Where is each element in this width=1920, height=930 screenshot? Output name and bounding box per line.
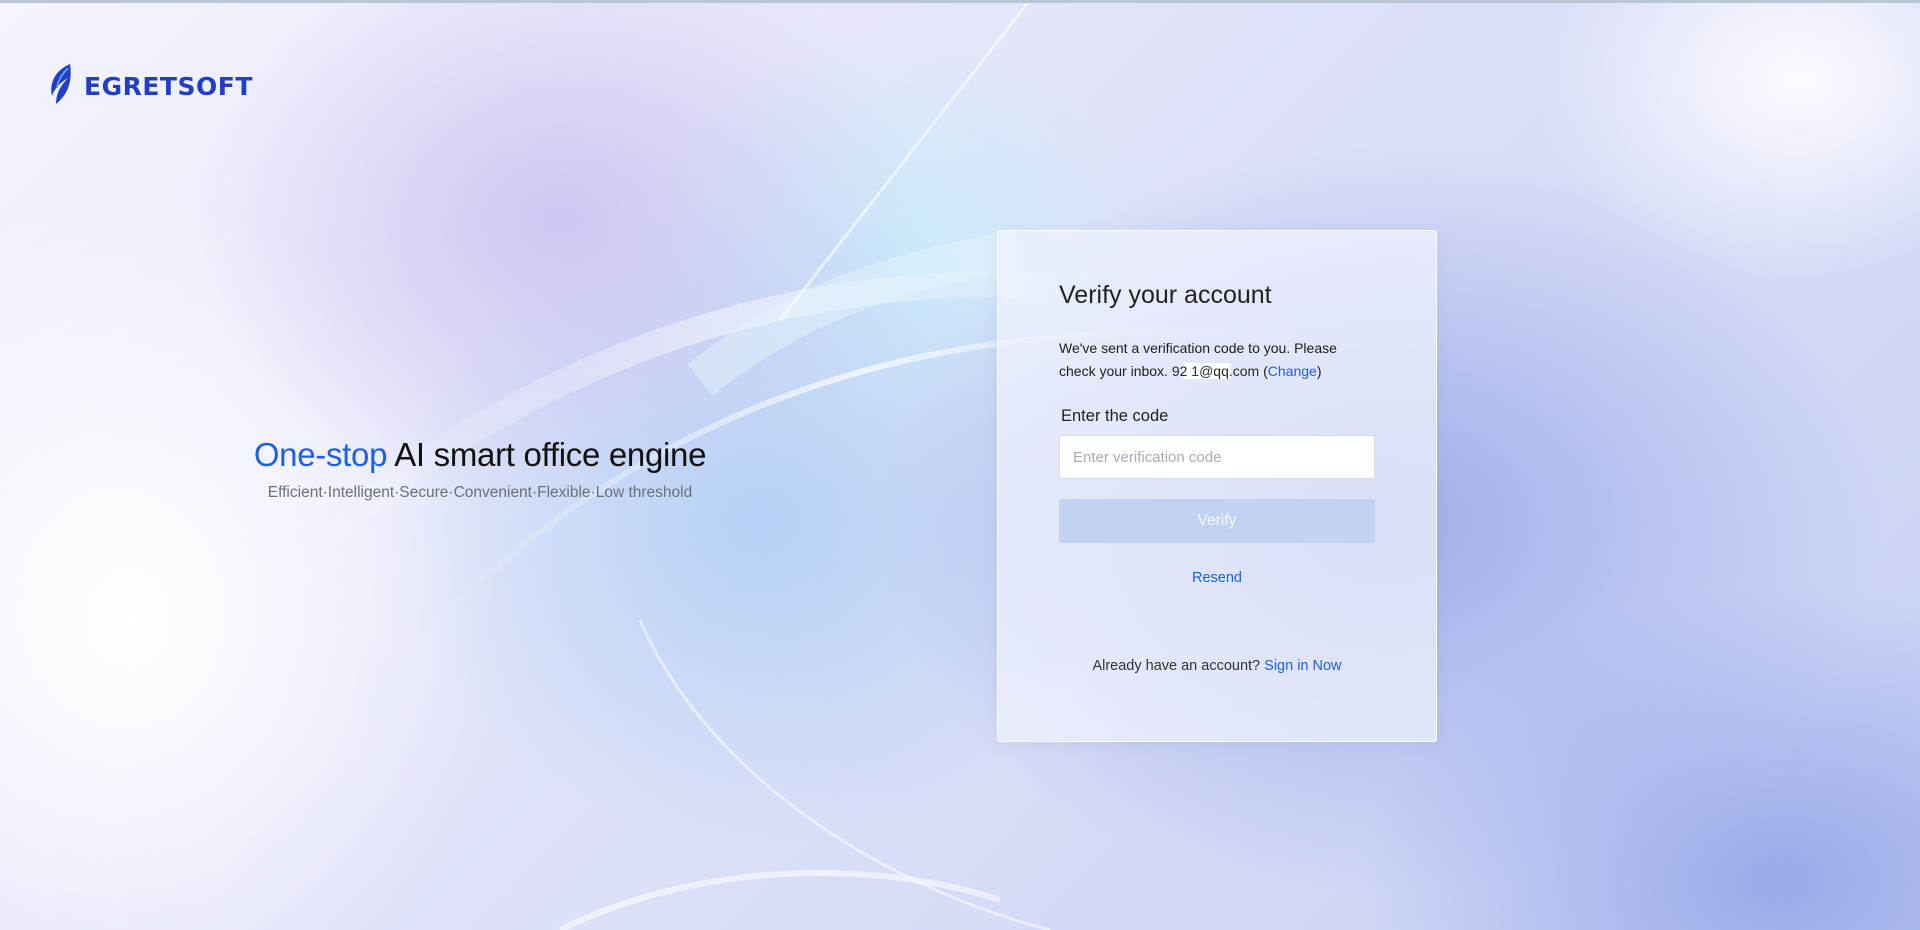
egret-feather-icon [46,62,76,111]
hero-section: One-stop AI smart office engine Efficien… [200,436,760,502]
brand-name: EGRETSOFT [84,72,253,101]
window-top-border [0,0,1920,3]
already-have-account-text: Already have an account? [1092,658,1265,674]
verification-code-input[interactable] [1059,435,1375,479]
resend-row: Resend [1059,570,1375,586]
verify-card: Verify your account We've sent a verific… [997,230,1437,742]
verify-title: Verify your account [1059,281,1272,309]
brand-logo[interactable]: EGRETSOFT [46,62,253,111]
sign-in-link[interactable]: Sign in Now [1264,658,1341,674]
sign-in-prompt: Already have an account? Sign in Now [1059,658,1375,674]
change-email-link[interactable]: Change [1268,363,1317,379]
change-open-paren: ( [1259,363,1268,379]
code-field-label: Enter the code [1061,407,1169,425]
hero-title-accent: One-stop [253,436,388,473]
hero-title-rest: AI smart office engine [387,436,707,473]
hero-subtitle: Efficient·Intelligent·Secure·Convenient·… [267,484,693,501]
verify-button[interactable]: Verify [1059,499,1375,543]
hero-title: One-stop AI smart office engine [200,436,760,474]
change-close-paren: ) [1316,363,1322,379]
verify-description: We've sent a verification code to you. P… [1059,337,1376,383]
resend-link[interactable]: Resend [1192,570,1242,586]
masked-email: 92 1@qq.com [1171,363,1260,379]
